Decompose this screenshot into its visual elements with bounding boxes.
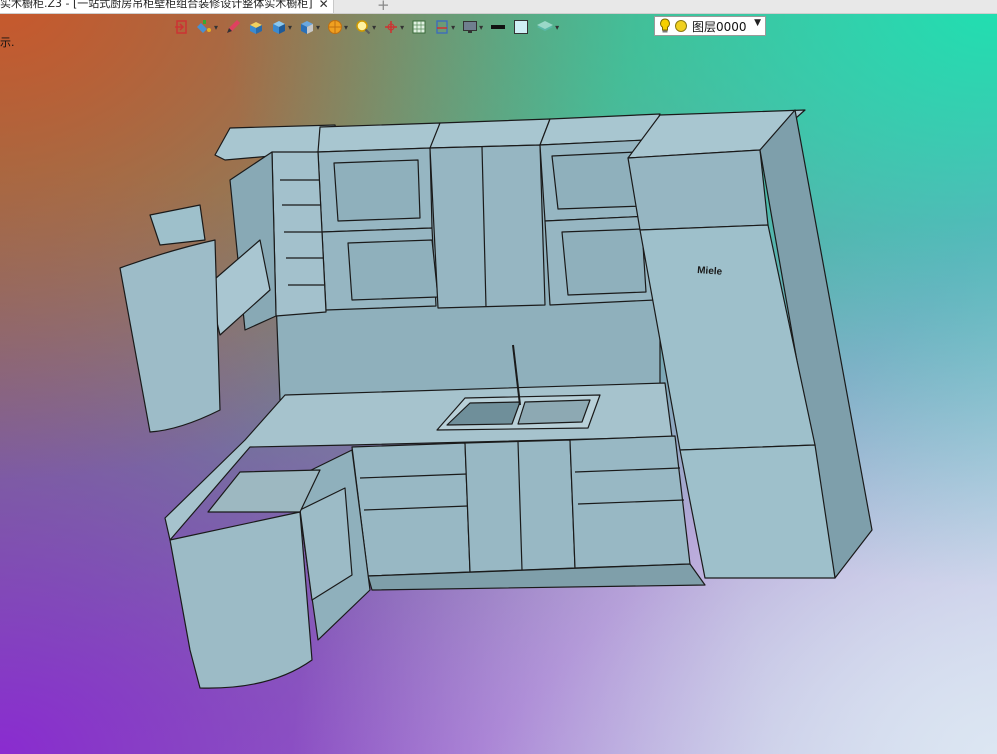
fridge-brand-label: Miele bbox=[697, 265, 723, 278]
zoom-fit-button[interactable]: ▾ bbox=[353, 16, 378, 38]
cube-eraser-icon bbox=[250, 22, 263, 34]
pen-icon bbox=[227, 20, 241, 33]
chevron-down-icon: ▾ bbox=[316, 22, 321, 32]
render-sphere-button[interactable]: ▾ bbox=[325, 16, 350, 38]
monitor-button[interactable]: ▾ bbox=[460, 16, 485, 38]
render-sphere-icon bbox=[328, 20, 343, 34]
open-shelf bbox=[271, 151, 327, 317]
view-toolbar: ▾ ▾ ▾ ▾ ▾ ▾ ▾ ▾ ▾ bbox=[172, 14, 561, 40]
lightbulb-icon[interactable] bbox=[659, 18, 671, 34]
cube-eraser-button[interactable] bbox=[246, 16, 266, 38]
close-icon[interactable]: ✕ bbox=[319, 0, 329, 11]
layers-button[interactable]: ▾ bbox=[534, 16, 561, 38]
chevron-down-icon[interactable]: ▼ bbox=[754, 18, 761, 28]
chevron-down-icon: ▾ bbox=[400, 22, 405, 32]
exit-button[interactable] bbox=[172, 16, 192, 38]
paint-bucket-icon bbox=[197, 20, 211, 33]
exit-icon bbox=[175, 20, 187, 34]
chevron-down-icon: ▾ bbox=[555, 22, 560, 32]
document-tab-bar: 实木橱柜.Z3 - [一站式厨房吊柜壁柜组合装修设计整体实木橱柜] ✕ + bbox=[0, 0, 997, 14]
chevron-down-icon: ▾ bbox=[344, 22, 349, 32]
chevron-down-icon: ▾ bbox=[288, 22, 293, 32]
chevron-down-icon: ▾ bbox=[479, 22, 484, 32]
layer-color-dot-icon[interactable] bbox=[674, 19, 688, 33]
command-prompt-text: 示. bbox=[0, 36, 15, 49]
monitor-icon bbox=[463, 21, 478, 33]
grid-icon bbox=[412, 20, 426, 34]
corner-tall-cabinet bbox=[119, 239, 221, 433]
view-cube-icon bbox=[301, 21, 314, 34]
section-plane-icon bbox=[436, 20, 448, 34]
axis-button[interactable]: ▾ bbox=[381, 16, 406, 38]
layer-selector[interactable]: 图层0000 ▼ bbox=[654, 16, 766, 36]
chevron-down-icon: ▾ bbox=[451, 22, 456, 32]
curved-base-cabinet bbox=[169, 511, 313, 689]
chevron-down-icon: ▾ bbox=[372, 22, 377, 32]
solid-cube-button[interactable]: ▾ bbox=[269, 16, 294, 38]
layers-icon bbox=[537, 21, 554, 31]
document-tab[interactable]: 实木橱柜.Z3 - [一站式厨房吊柜壁柜组合装修设计整体实木橱柜] ✕ bbox=[0, 0, 334, 13]
kitchen-model[interactable]: Miele bbox=[0, 0, 997, 754]
chevron-down-icon: ▾ bbox=[214, 22, 219, 32]
add-tab-icon[interactable]: + bbox=[377, 0, 390, 14]
zoom-fit-icon bbox=[356, 20, 371, 35]
document-tab-title: 实木橱柜.Z3 - [一站式厨房吊柜壁柜组合装修设计整体实木橱柜] bbox=[0, 0, 313, 10]
view-cube-button[interactable]: ▾ bbox=[297, 16, 322, 38]
grid-button[interactable] bbox=[409, 16, 429, 38]
paint-bucket-button[interactable]: ▾ bbox=[195, 16, 220, 38]
solid-cube-icon bbox=[273, 21, 286, 34]
axis-icon bbox=[385, 21, 398, 33]
color-swatch-button[interactable] bbox=[511, 16, 531, 38]
color-swatch-icon bbox=[514, 20, 529, 34]
fridge-lower bbox=[679, 444, 836, 579]
section-plane-button[interactable]: ▾ bbox=[432, 16, 457, 38]
layer-name: 图层0000 bbox=[692, 19, 747, 34]
line-weight-button[interactable] bbox=[488, 16, 508, 38]
line-weight-icon bbox=[491, 25, 506, 29]
pen-button[interactable] bbox=[223, 16, 243, 38]
upper-cabinet-mid bbox=[429, 144, 546, 309]
